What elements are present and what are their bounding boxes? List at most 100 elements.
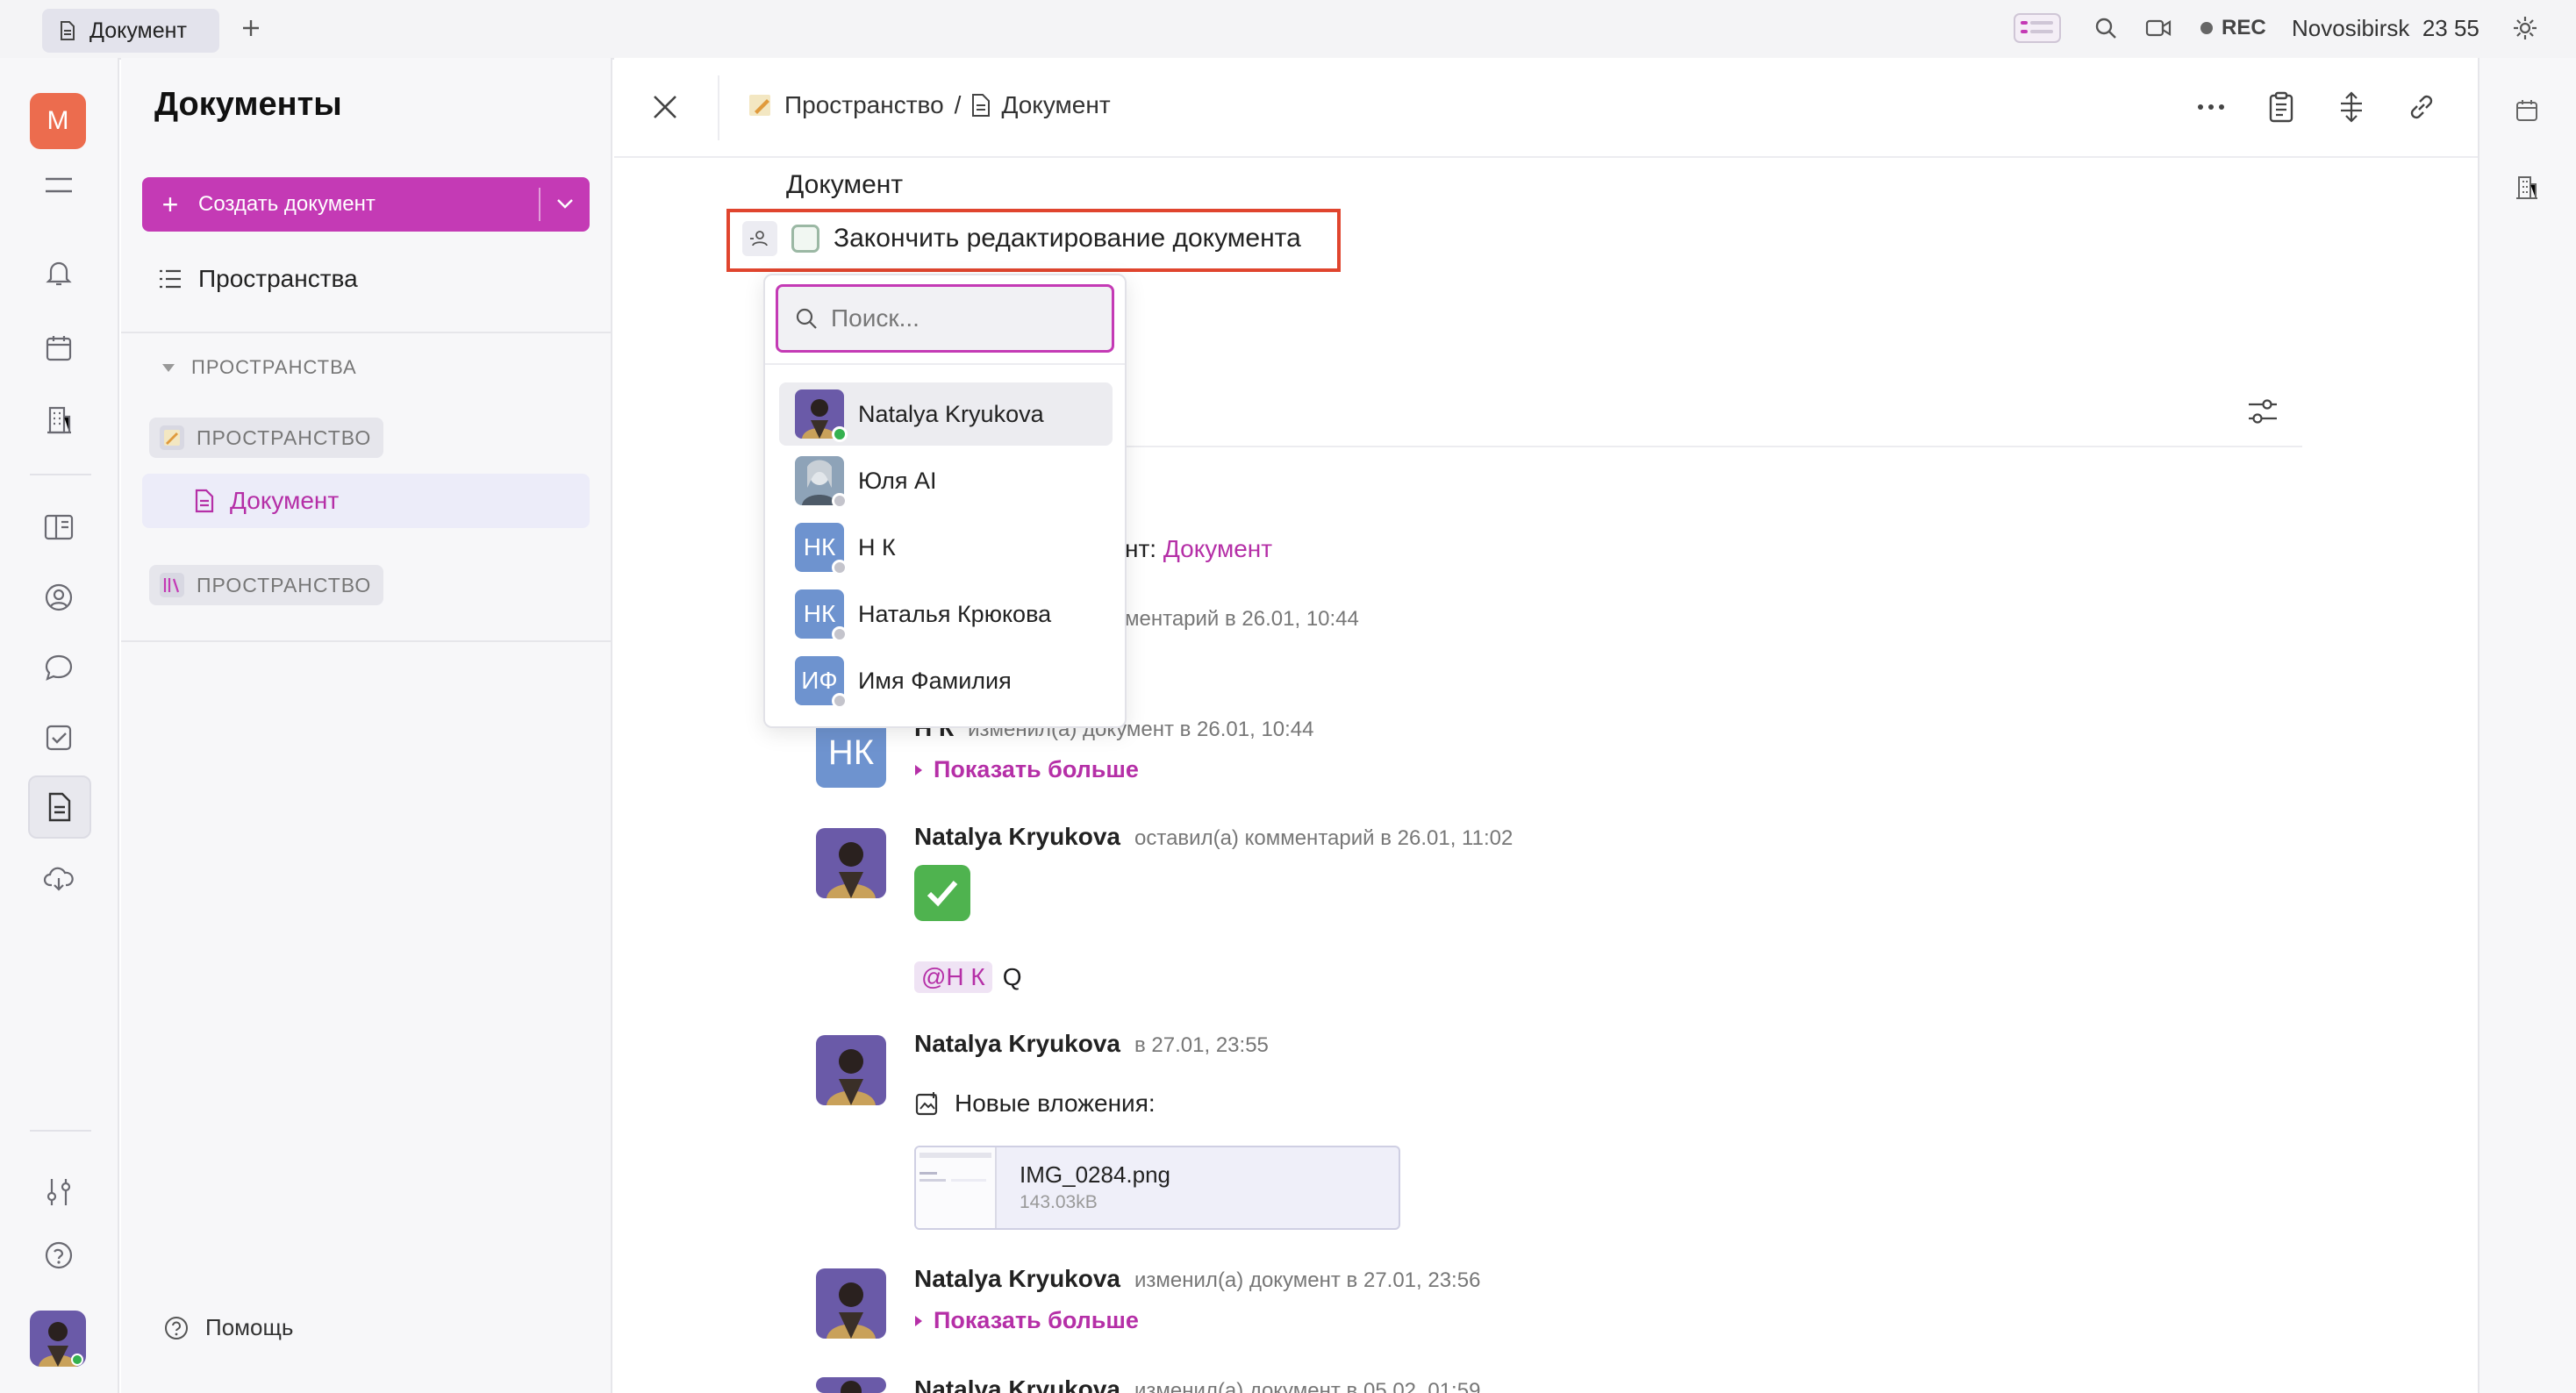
chevron-down-icon[interactable] [553,191,577,216]
assignee-search[interactable] [776,284,1114,353]
copy-link-button[interactable] [2402,88,2441,126]
activity-header: Natalya Kryukova в 27.01, 23:55 [914,1030,1269,1058]
show-more-button[interactable]: Показать больше [914,1307,1139,1334]
sidebar-space-2[interactable]: ПРОСТРАНСТВО [149,565,384,605]
documents-sidebar [121,58,612,1393]
rail-tasks[interactable] [35,714,82,761]
activity-author[interactable]: Natalya Kryukova [914,1265,1120,1293]
settings-button[interactable] [2509,12,2541,44]
attachment-file-name[interactable]: IMG_0284.png [1020,1161,1170,1189]
sidebar-space-1[interactable]: ПРОСТРАНСТВО [149,418,384,458]
clock-city: Novosibirsk [2292,14,2410,41]
space-1-label: ПРОСТРАНСТВО [197,425,372,449]
caret-right-icon [915,764,922,775]
rail-adjust[interactable] [35,1168,82,1216]
search-input[interactable] [831,304,1094,332]
assignee-button[interactable] [742,221,777,256]
activity-avatar[interactable] [816,828,886,898]
offline-status-icon [832,626,848,642]
rail-office[interactable] [35,396,82,444]
workspace-avatar[interactable]: M [30,93,86,149]
user-photo-icon [30,1311,86,1367]
sliders-icon [47,1179,71,1205]
activity-avatar[interactable]: НК [816,718,886,788]
activity-author[interactable]: Natalya Kryukova [914,1375,1120,1393]
created-document-link[interactable]: Документ [1163,535,1272,562]
offline-status-icon [832,693,848,709]
breadcrumb: Пространство / Документ [748,91,1111,119]
activity-avatar[interactable] [816,1268,886,1339]
activity-avatar[interactable] [816,1035,886,1105]
assignee-option[interactable]: ИФ Имя Фамилия [779,649,1113,712]
user-avatar[interactable] [30,1311,86,1367]
task-text[interactable]: Закончить редактирование документа [834,224,1301,254]
panel-toggle-button[interactable] [2013,12,2062,44]
document-title[interactable]: Документ [786,170,903,200]
expand-button[interactable] [2332,88,2371,126]
create-document-button[interactable]: + Создать документ [142,177,590,232]
menu-button[interactable] [35,161,82,209]
breadcrumb-document[interactable]: Документ [1001,91,1110,119]
activity-header: Natalya Kryukova изменил(а) документ в 0… [914,1375,1480,1393]
user-mention[interactable]: @Н К [914,961,992,993]
cloud-icon [43,867,74,891]
video-button[interactable] [2143,12,2174,44]
panel-list-icon [2014,13,2061,43]
activity-meta: изменил(а) документ в 05.02, 01:59 [1134,1379,1481,1393]
assignee-option[interactable]: НК Наталья Крюкова [779,582,1113,646]
new-tab-button[interactable] [235,12,267,44]
activity-header: Natalya Kryukova изменил(а) документ в 2… [914,1265,1480,1293]
rec-indicator[interactable]: REC [2200,12,2266,44]
notepad-icon [160,425,184,450]
sidebar-item-document[interactable]: Документ [142,474,590,528]
section-header-label: ПРОСТРАНСТВА [191,356,357,378]
rail-contacts[interactable] [35,574,82,621]
tab-document[interactable]: Документ [42,9,219,53]
assignee-option[interactable]: Natalya Kryukova [779,382,1113,446]
plus-icon: + [161,188,179,220]
activity-author[interactable]: Natalya Kryukova [914,823,1120,851]
option-avatar: НК [795,523,848,575]
rail-help[interactable] [35,1232,82,1279]
hamburger-icon [46,177,72,193]
sidebar-item-spaces[interactable]: Пространства [158,265,358,293]
spaces-section-header[interactable]: ПРОСТРАНСТВА [161,356,357,379]
clipboard-button[interactable] [2262,88,2301,126]
rail-chat[interactable] [35,644,82,691]
attachment-file-size: 143.03kB [1020,1192,1098,1212]
rail-divider [30,1130,91,1132]
attachment-thumbnail[interactable] [916,1147,997,1228]
building-icon [2516,176,2537,199]
show-more-button[interactable]: Показать больше [914,756,1139,783]
breadcrumb-space[interactable]: Пространство [784,91,944,119]
search-button[interactable] [2090,12,2122,44]
rail-notifications[interactable] [35,249,82,296]
rail-planner[interactable] [35,504,82,551]
check-mark-emoji-icon [914,865,970,921]
right-rail-calendar[interactable] [2509,93,2544,128]
option-avatar [795,456,848,509]
assignee-option[interactable]: Юля AI [779,449,1113,512]
show-more-label: Показать больше [934,1307,1139,1333]
rail-documents[interactable] [28,775,91,839]
rail-drive[interactable] [35,854,82,902]
attachment-card[interactable]: IMG_0284.png 143.03kB [914,1146,1400,1230]
close-button[interactable] [649,91,681,123]
spaces-link-label: Пространства [198,265,358,292]
create-document-label: Создать документ [198,192,376,216]
activity-filter-button[interactable] [2246,396,2279,426]
attachments-label-text: Новые вложения: [955,1089,1156,1117]
task-item[interactable]: Закончить редактирование документа [742,221,1301,256]
help-link[interactable]: Помощь [163,1314,293,1341]
activity-avatar[interactable] [816,1377,886,1393]
assignee-option[interactable]: НК Н К [779,516,1113,579]
filter-sliders-icon [2249,399,2277,424]
rail-calendar[interactable] [35,325,82,372]
header-divider [614,156,2478,158]
more-options-button[interactable] [2192,88,2230,126]
activity-author[interactable]: Natalya Kryukova [914,1030,1120,1058]
right-rail-office[interactable] [2509,170,2544,205]
task-checkbox[interactable] [791,225,819,253]
world-clock[interactable]: Novosibirsk 23 55 [2292,12,2479,44]
activity-divider [1123,446,2302,447]
